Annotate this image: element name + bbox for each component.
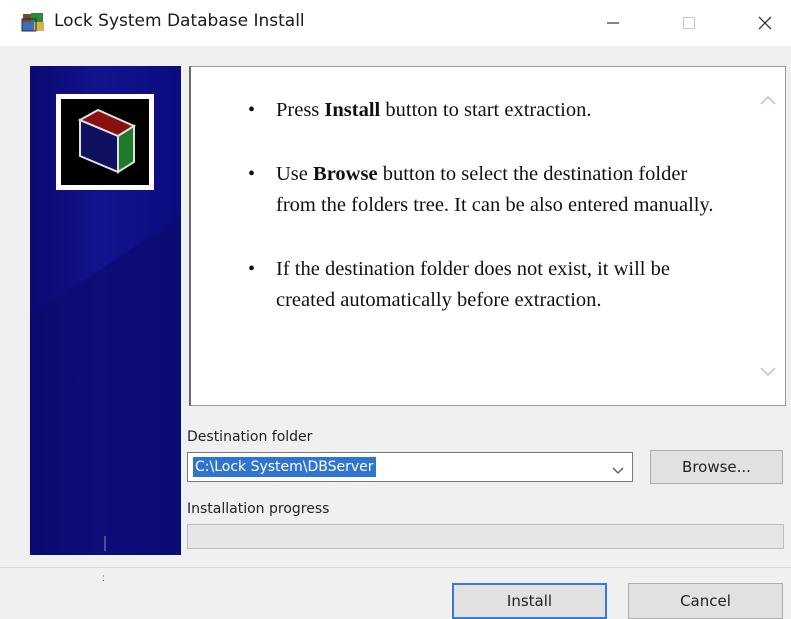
maximize-icon <box>683 17 695 29</box>
install-button[interactable]: Install <box>452 583 607 619</box>
instructions-list: Press Install button to start extraction… <box>246 95 716 349</box>
footer-separator <box>0 567 791 568</box>
close-button[interactable] <box>735 0 791 46</box>
cancel-button[interactable]: Cancel <box>628 583 783 619</box>
grip-mark: : <box>102 573 105 584</box>
destination-folder-value[interactable]: C:\Lock System\DBServer <box>193 457 376 477</box>
window-title: Lock System Database Install <box>54 11 305 31</box>
instruction-item: If the destination folder does not exist… <box>246 254 716 316</box>
installer-icon <box>20 10 46 34</box>
close-icon <box>758 16 772 30</box>
browse-button[interactable]: Browse... <box>650 450 783 484</box>
minimize-button[interactable] <box>583 0 643 46</box>
minimize-icon <box>607 22 619 24</box>
instruction-item: Press Install button to start extraction… <box>246 95 716 126</box>
maximize-button[interactable] <box>659 0 719 46</box>
instructions-panel[interactable]: Press Install button to start extraction… <box>189 66 786 406</box>
chevron-down-icon[interactable] <box>612 462 624 474</box>
scroll-up-icon[interactable] <box>759 93 777 105</box>
side-banner <box>30 66 181 555</box>
installation-progress-bar <box>187 524 784 549</box>
box-logo-icon <box>56 94 154 190</box>
destination-folder-combo[interactable]: C:\Lock System\DBServer <box>187 452 633 482</box>
progress-label: Installation progress <box>187 501 330 517</box>
destination-label: Destination folder <box>187 429 313 445</box>
title-bar: Lock System Database Install <box>0 0 791 46</box>
instruction-item: Use Browse button to select the destinat… <box>246 159 716 221</box>
scroll-down-icon[interactable] <box>759 365 777 377</box>
